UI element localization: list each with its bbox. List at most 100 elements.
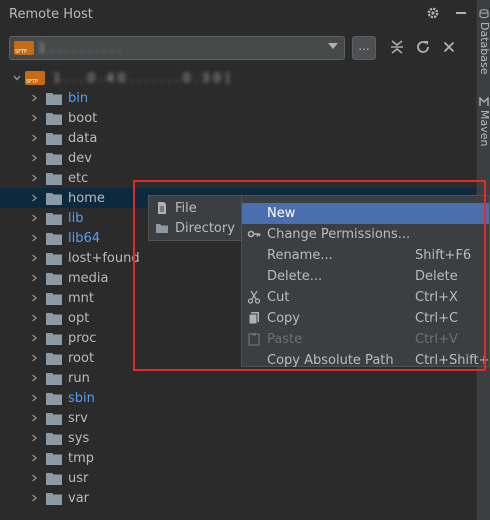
- tree-item-dev[interactable]: dev: [0, 148, 476, 168]
- chevron-right-icon[interactable]: [26, 190, 42, 206]
- folder-icon: [46, 312, 62, 325]
- folder-icon: [46, 272, 62, 285]
- chevron-right-icon[interactable]: [26, 370, 42, 386]
- tree-item-label: dev: [68, 150, 92, 166]
- submenu-item-directory[interactable]: Directory: [149, 218, 243, 238]
- folder-icon: [46, 492, 62, 505]
- database-icon: [479, 8, 489, 19]
- menu-item-shortcut: Delete: [415, 269, 458, 284]
- tree-item-label: srv: [68, 410, 88, 426]
- host-value: 1 . . . . . . . . . .: [38, 41, 122, 55]
- remote-host-toolbar: 1 . . . . . . . . . . ...: [0, 28, 476, 68]
- menu-item-change-permissions[interactable]: Change Permissions...: [242, 224, 489, 245]
- collapse-icon[interactable]: [389, 39, 407, 57]
- menu-item-copy[interactable]: Copy Ctrl+C: [242, 308, 489, 329]
- browse-hosts-button[interactable]: ...: [352, 36, 376, 60]
- close-icon[interactable]: [441, 39, 459, 57]
- menu-item-label: Paste: [267, 332, 303, 347]
- tree-item-label: lib: [68, 210, 84, 226]
- new-submenu: File Directory: [148, 195, 244, 241]
- folder-icon: [46, 332, 62, 345]
- chevron-right-icon[interactable]: [26, 170, 42, 186]
- chevron-right-icon[interactable]: [26, 450, 42, 466]
- menu-item-rename[interactable]: Rename... Shift+F6: [242, 245, 489, 266]
- tree-root[interactable]: 1 . . . 0 . 4 0 . . . . . . . 0 . 3 0 ]: [0, 68, 476, 88]
- chevron-right-icon[interactable]: [26, 90, 42, 106]
- tree-item-label: bin: [68, 90, 89, 106]
- tool-window-title: Remote Host: [9, 6, 93, 22]
- tool-window-header: Remote Host: [0, 0, 476, 28]
- menu-item-shortcut: Ctrl+V: [415, 332, 458, 347]
- chevron-right-icon[interactable]: [26, 490, 42, 506]
- folder-icon: [46, 292, 62, 305]
- chevron-right-icon[interactable]: [26, 230, 42, 246]
- tree-item-label: sys: [68, 430, 90, 446]
- folder-icon: [46, 212, 62, 225]
- folder-icon: [46, 172, 62, 185]
- maven-tab[interactable]: Maven: [477, 110, 490, 146]
- menu-item-label: Copy: [267, 311, 300, 326]
- tree-item-label: boot: [68, 110, 98, 126]
- dropdown-arrow-icon[interactable]: [328, 43, 338, 49]
- header-tools: [424, 4, 470, 22]
- refresh-icon[interactable]: [415, 39, 433, 57]
- chevron-right-icon[interactable]: [26, 430, 42, 446]
- tree-item-label: media: [68, 270, 109, 286]
- menu-item-label: New: [267, 206, 296, 221]
- tree-item-label: root: [68, 350, 95, 366]
- tree-item-var[interactable]: var: [0, 488, 476, 508]
- menu-item-cut[interactable]: Cut Ctrl+X: [242, 287, 489, 308]
- chevron-right-icon[interactable]: [26, 470, 42, 486]
- menu-item-delete[interactable]: Delete... Delete: [242, 266, 489, 287]
- tree-item-etc[interactable]: etc: [0, 168, 476, 188]
- menu-item-copy-absolute-path[interactable]: Copy Absolute Path Ctrl+Shift+C: [242, 350, 490, 371]
- chevron-right-icon[interactable]: [26, 150, 42, 166]
- host-selector[interactable]: 1 . . . . . . . . . .: [9, 36, 345, 60]
- chevron-right-icon[interactable]: [26, 330, 42, 346]
- chevron-right-icon[interactable]: [26, 130, 42, 146]
- tree-item-label: proc: [68, 330, 97, 346]
- menu-item-label: Change Permissions...: [267, 227, 411, 242]
- menu-item-shortcut: Ctrl+C: [415, 311, 459, 326]
- tree-item-tmp[interactable]: tmp: [0, 448, 476, 468]
- folder-icon: [46, 412, 62, 425]
- chevron-right-icon[interactable]: [26, 270, 42, 286]
- tree-item-usr[interactable]: usr: [0, 468, 476, 488]
- tree-item-label: mnt: [68, 290, 94, 306]
- folder-icon: [46, 392, 62, 405]
- minimize-icon[interactable]: [452, 4, 470, 22]
- database-tab[interactable]: Database: [477, 22, 490, 75]
- tree-item-sbin[interactable]: sbin: [0, 388, 476, 408]
- chevron-right-icon[interactable]: [26, 110, 42, 126]
- chevron-right-icon[interactable]: [26, 210, 42, 226]
- key-icon: [247, 227, 261, 241]
- tree-item-label: tmp: [68, 450, 95, 466]
- chevron-right-icon[interactable]: [26, 390, 42, 406]
- tree-item-label: lost+found: [68, 250, 140, 266]
- chevron-right-icon[interactable]: [26, 290, 42, 306]
- tree-item-label: etc: [68, 170, 89, 186]
- tree-item-srv[interactable]: srv: [0, 408, 476, 428]
- context-menu: New Change Permissions... Rename... Shift+F…: [241, 195, 490, 368]
- chevron-down-icon[interactable]: [9, 70, 25, 86]
- tree-root-label: 1 . . . 0 . 4 0 . . . . . . . 0 . 3 0 ]: [53, 71, 230, 85]
- chevron-right-icon[interactable]: [26, 310, 42, 326]
- folder-icon: [46, 352, 62, 365]
- chevron-right-icon[interactable]: [26, 250, 42, 266]
- chevron-right-icon[interactable]: [26, 350, 42, 366]
- menu-item-label: Delete...: [267, 269, 323, 284]
- menu-item-new[interactable]: New: [242, 203, 489, 224]
- tree-item-sys[interactable]: sys: [0, 428, 476, 448]
- tree-item-bin[interactable]: bin: [0, 88, 476, 108]
- tree-item-run[interactable]: run: [0, 368, 476, 388]
- tree-item-boot[interactable]: boot: [0, 108, 476, 128]
- settings-icon[interactable]: [424, 4, 442, 22]
- chevron-right-icon[interactable]: [26, 410, 42, 426]
- clipboard-icon: [247, 332, 261, 346]
- tree-item-label: usr: [68, 470, 89, 486]
- tree-item-data[interactable]: data: [0, 128, 476, 148]
- submenu-item-label: File: [175, 200, 197, 216]
- submenu-item-file[interactable]: File: [149, 198, 243, 218]
- scissors-icon: [247, 290, 261, 304]
- copy-icon: [247, 311, 261, 325]
